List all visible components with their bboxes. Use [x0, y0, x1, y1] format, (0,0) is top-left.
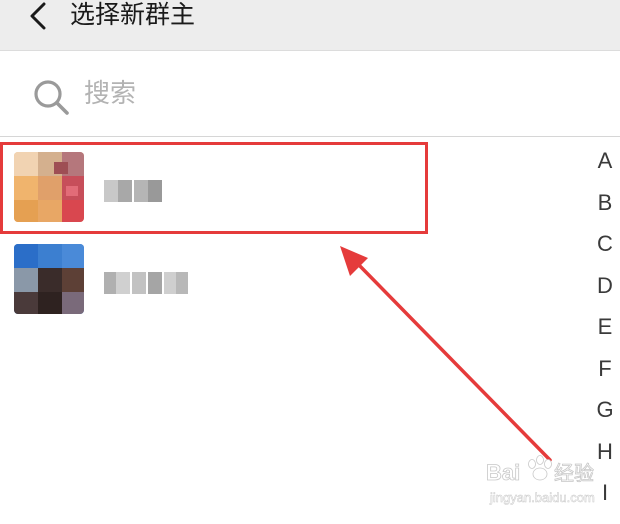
annotation-arrow: [340, 246, 552, 462]
index-letter-e[interactable]: E: [590, 306, 620, 348]
index-letter-a[interactable]: A: [590, 140, 620, 182]
index-letter-b[interactable]: B: [590, 182, 620, 224]
index-letter-i[interactable]: I: [590, 472, 620, 514]
index-letter-f[interactable]: F: [590, 348, 620, 390]
index-letter-c[interactable]: C: [590, 223, 620, 265]
index-letter-h[interactable]: H: [590, 431, 620, 473]
index-letter-g[interactable]: G: [590, 389, 620, 431]
alphabet-index: A B C D E F G H I: [590, 140, 620, 514]
index-letter-d[interactable]: D: [590, 265, 620, 307]
